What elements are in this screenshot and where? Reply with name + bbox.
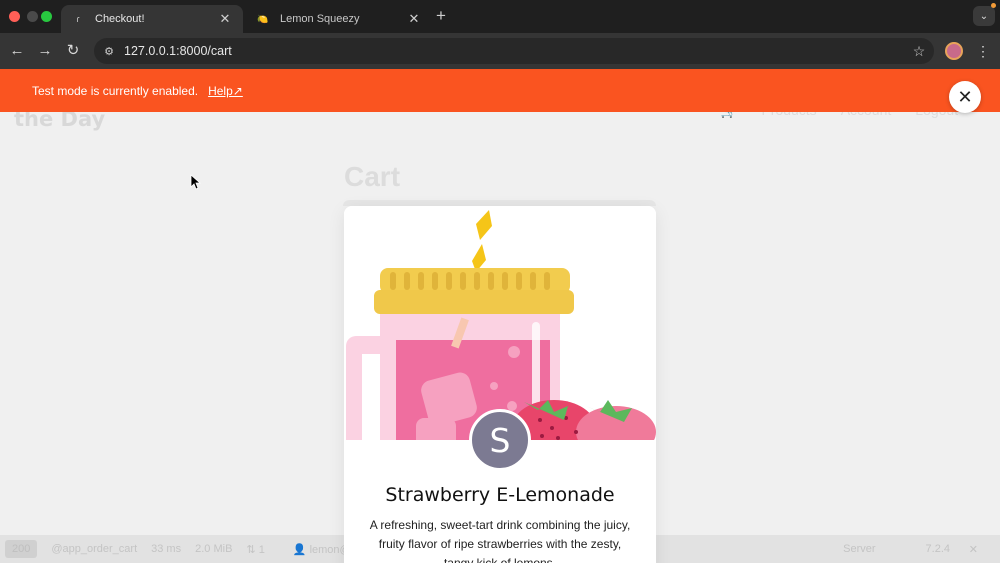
close-icon: ✕ — [957, 86, 973, 107]
product-name: Strawberry E-Lemonade — [385, 484, 615, 506]
checkout-modal: S Strawberry E-Lemonade A refreshing, sw… — [344, 206, 656, 563]
tab-title: Checkout! — [95, 13, 145, 25]
close-tab-icon[interactable]: ✕ — [406, 11, 422, 27]
url-text[interactable]: 127.0.0.1:8000/cart — [124, 44, 904, 58]
status-badge: 200 — [5, 540, 38, 558]
new-tab-button[interactable]: + — [436, 6, 452, 26]
close-tab-icon[interactable]: ✕ — [217, 11, 233, 27]
tab-checkout[interactable]: ɾ Checkout! ✕ — [61, 5, 243, 33]
tab-lemon-squeezy[interactable]: 🍋 Lemon Squeezy ✕ — [246, 5, 432, 33]
lemonade-jar-illustration — [346, 210, 656, 440]
product-description: A refreshing, sweet-tart drink combining… — [369, 518, 631, 563]
forward-arrow-icon[interactable]: → — [35, 41, 55, 61]
browser-menu-icon[interactable]: ⋮ — [976, 41, 990, 61]
reload-icon[interactable]: ↻ — [63, 41, 83, 61]
lemon-squeezy-favicon-icon: ɾ — [76, 14, 80, 24]
route-name: @app_order_cart — [51, 543, 138, 555]
lemon-favicon-icon: 🍋 — [257, 13, 269, 24]
tab-title: Lemon Squeezy — [280, 13, 360, 25]
debug-toolbar-right: Server 7.2.4 — [843, 543, 964, 555]
notification-dot — [991, 3, 996, 8]
back-arrow-icon[interactable]: ← — [7, 41, 27, 61]
close-checkout-button[interactable]: ✕ — [949, 81, 981, 113]
queries-count: ⇅ 1 — [246, 543, 265, 556]
memory-usage: 2.0 MiB — [195, 543, 233, 555]
request-time: 33 ms — [151, 543, 182, 555]
page-title: Cart — [344, 161, 401, 192]
profile-avatar[interactable] — [945, 42, 963, 60]
debug-toolbar-close-icon: ✕ — [968, 543, 978, 556]
product-image — [344, 206, 656, 440]
window-close-button[interactable] — [9, 11, 20, 22]
queries-value: 1 — [258, 543, 265, 556]
window-minimize-button[interactable] — [27, 11, 38, 22]
test-mode-text: Test mode is currently enabled. — [32, 83, 199, 98]
mouse-cursor-icon — [190, 174, 202, 190]
help-link[interactable]: Help↗ — [208, 84, 243, 98]
symfony-version: 7.2.4 — [925, 543, 950, 555]
window-maximize-button[interactable] — [41, 11, 52, 22]
bookmark-star-icon[interactable]: ☆ — [904, 43, 934, 60]
browser-tabstrip: ɾ Checkout! ✕ 🍋 Lemon Squeezy ✕ + ⌄ — [0, 0, 1000, 33]
server-info: Server — [843, 543, 876, 555]
address-bar[interactable]: ⚙ 127.0.0.1:8000/cart ☆ — [94, 38, 934, 64]
page-viewport: the Day 🛒 Products Account Logout Cart T… — [0, 69, 1000, 563]
tab-search-button[interactable]: ⌄ — [973, 6, 995, 26]
test-mode-banner: Test mode is currently enabled. Help↗ — [0, 69, 1000, 112]
browser-toolbar: ← → ↻ ⚙ 127.0.0.1:8000/cart ☆ ⋮ — [0, 33, 1000, 69]
site-info-icon[interactable]: ⚙ — [94, 45, 124, 58]
store-avatar: S — [469, 409, 531, 471]
